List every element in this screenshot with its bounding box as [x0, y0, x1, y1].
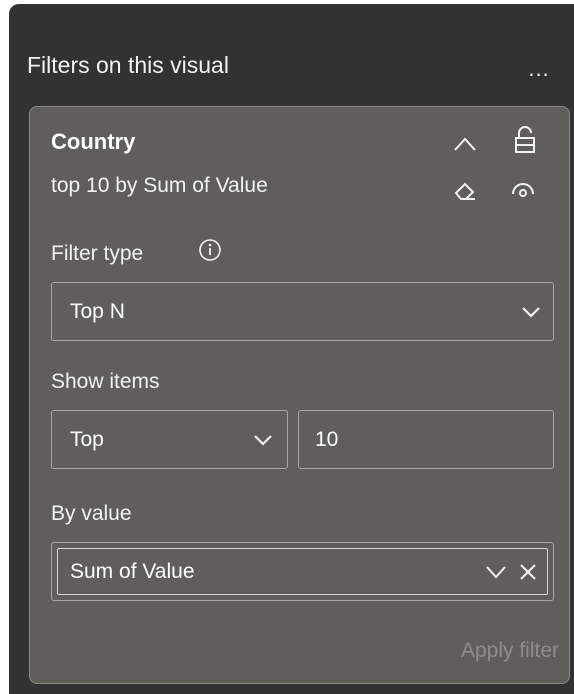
filters-pane: Filters on this visual ... Country top 1…: [9, 4, 574, 694]
by-value-container: Sum of Value: [51, 542, 554, 601]
by-value-field: Sum of Value: [70, 559, 195, 583]
eraser-icon[interactable]: [450, 175, 480, 205]
chevron-up-icon[interactable]: [450, 129, 480, 159]
chevron-down-icon: [522, 306, 540, 318]
more-options-button[interactable]: ...: [522, 52, 556, 86]
filter-summary: top 10 by Sum of Value: [51, 174, 268, 197]
show-items-label: Show items: [51, 370, 160, 393]
filter-type-label: Filter type: [51, 242, 144, 265]
eye-icon[interactable]: [508, 175, 538, 205]
info-icon[interactable]: [198, 238, 224, 264]
lock-icon[interactable]: [510, 125, 540, 155]
filter-field-name: Country: [51, 129, 136, 154]
pane-title: Filters on this visual: [27, 52, 229, 78]
by-value-label: By value: [51, 502, 132, 525]
filter-type-select[interactable]: Top N: [51, 282, 554, 341]
show-items-direction-select[interactable]: Top: [51, 410, 288, 469]
show-items-count-input[interactable]: 10: [298, 410, 554, 469]
filter-type-value: Top N: [70, 299, 125, 323]
chevron-down-icon[interactable]: [485, 565, 507, 579]
chevron-down-icon: [254, 434, 272, 446]
close-icon[interactable]: [519, 563, 537, 581]
apply-filter-button[interactable]: Apply filter: [461, 639, 559, 663]
show-items-direction-value: Top: [70, 427, 104, 451]
show-items-count-value: 10: [315, 427, 339, 451]
filter-card: Country top 10 by Sum of Value Filter ty…: [29, 106, 570, 684]
by-value-field-well[interactable]: Sum of Value: [57, 548, 548, 595]
